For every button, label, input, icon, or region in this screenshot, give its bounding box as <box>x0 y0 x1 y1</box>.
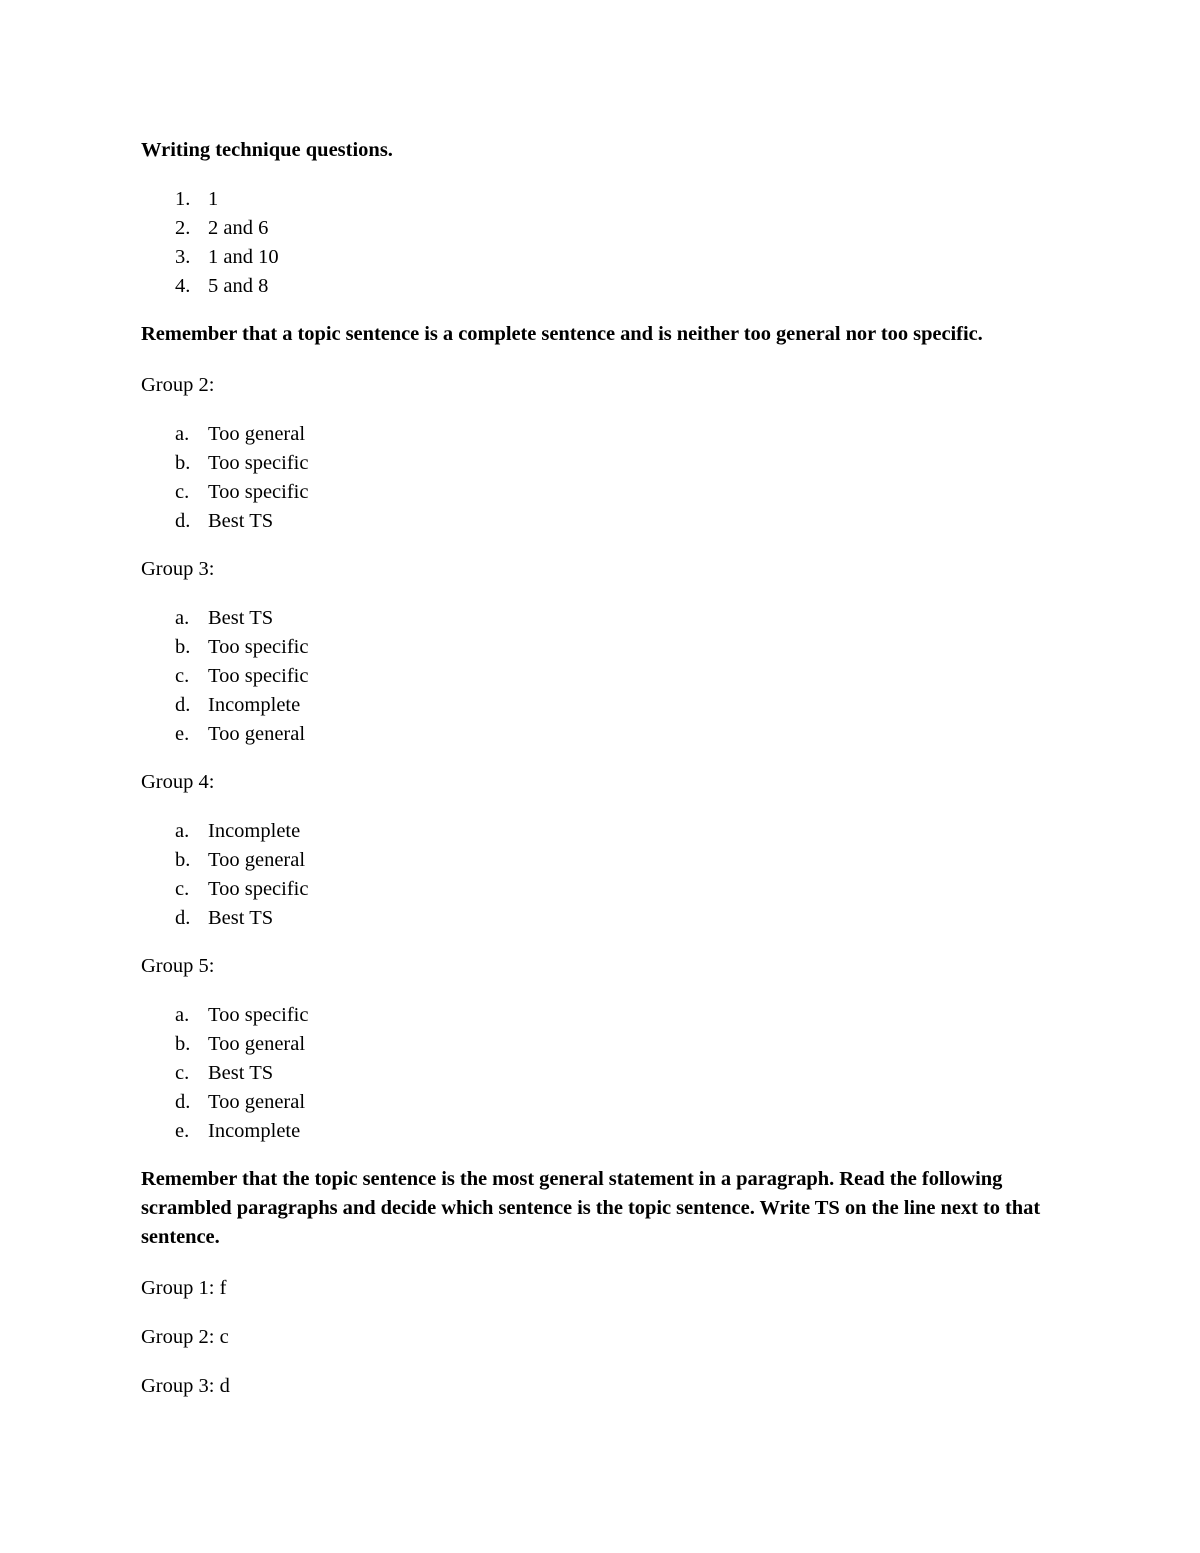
list-item: d. Too general <box>141 1088 1056 1117</box>
list-marker: 1. <box>175 188 191 210</box>
list-item-text: Incomplete <box>208 1120 301 1142</box>
list-item: 1. 1 <box>141 185 1056 214</box>
list-item-text: Too general <box>208 723 306 745</box>
list-item-text: 1 <box>208 188 219 210</box>
list-item-text: Too general <box>208 849 306 871</box>
list-marker: c. <box>175 1062 190 1084</box>
list-marker: d. <box>175 907 191 929</box>
list-marker: b. <box>175 636 191 658</box>
list-item: d. Best TS <box>141 507 1056 536</box>
list-item: c. Too specific <box>141 478 1056 507</box>
page-title: Writing technique questions. <box>141 139 393 161</box>
list-item: 3. 1 and 10 <box>141 243 1056 272</box>
reminder-topic-sentence-general: Remember that the topic sentence is the … <box>141 1168 1041 1248</box>
list-item: d. Best TS <box>141 904 1056 933</box>
list-item: a. Too general <box>141 420 1056 449</box>
group-5-label: Group 5: <box>141 955 215 977</box>
list-marker: 4. <box>175 275 191 297</box>
list-marker: e. <box>175 723 190 745</box>
list-item-text: Too general <box>208 423 306 445</box>
list-marker: a. <box>175 1004 190 1026</box>
list-item-text: Too general <box>208 1091 306 1113</box>
list-item: e. Incomplete <box>141 1117 1056 1146</box>
list-item: a. Incomplete <box>141 817 1056 846</box>
list-marker: b. <box>175 452 191 474</box>
list-marker: d. <box>175 510 191 532</box>
list-item: b. Too general <box>141 846 1056 875</box>
answer-group-2: Group 2: c <box>141 1326 229 1348</box>
list-marker: b. <box>175 1033 191 1055</box>
writing-technique-answer-list: 1. 1 2. 2 and 6 3. 1 and 10 4. 5 and 8 <box>141 185 1056 301</box>
list-item: c. Best TS <box>141 1059 1056 1088</box>
group-3-answer-list: a. Best TS b. Too specific c. Too specific … <box>141 604 1056 749</box>
list-item: a. Best TS <box>141 604 1056 633</box>
list-item-text: 1 and 10 <box>208 246 279 268</box>
list-marker: 2. <box>175 217 191 239</box>
list-item-text: 5 and 8 <box>208 275 269 297</box>
list-marker: c. <box>175 481 190 503</box>
list-item: e. Too general <box>141 720 1056 749</box>
list-marker: b. <box>175 849 191 871</box>
list-marker: d. <box>175 1091 191 1113</box>
reminder-topic-sentence-complete: Remember that a topic sentence is a comp… <box>141 323 983 345</box>
list-marker: a. <box>175 820 190 842</box>
list-item-text: Too general <box>208 1033 306 1055</box>
list-item-text: Incomplete <box>208 820 301 842</box>
list-marker: d. <box>175 694 191 716</box>
list-item-text: Too specific <box>208 1004 309 1026</box>
list-item-text: Best TS <box>208 907 274 929</box>
answer-group-3: Group 3: d <box>141 1375 230 1397</box>
list-item: c. Too specific <box>141 662 1056 691</box>
list-item-text: Too specific <box>208 452 309 474</box>
list-item-text: Too specific <box>208 481 309 503</box>
list-item: a. Too specific <box>141 1001 1056 1030</box>
list-item-text: Best TS <box>208 510 274 532</box>
list-item-text: Best TS <box>208 607 274 629</box>
list-marker: 3. <box>175 246 191 268</box>
list-item: d. Incomplete <box>141 691 1056 720</box>
list-item-text: Best TS <box>208 1062 274 1084</box>
document-body: Writing technique questions. 1. 1 2. 2 and… <box>141 136 1056 1401</box>
list-item-text: Too specific <box>208 665 309 687</box>
list-item: c. Too specific <box>141 875 1056 904</box>
group-4-label: Group 4: <box>141 771 215 793</box>
list-item-text: Incomplete <box>208 694 301 716</box>
list-item: b. Too general <box>141 1030 1056 1059</box>
group-4-answer-list: a. Incomplete b. Too general c. Too specifi… <box>141 817 1056 933</box>
answer-group-1: Group 1: f <box>141 1277 227 1299</box>
group-2-label: Group 2: <box>141 374 215 396</box>
list-item: 4. 5 and 8 <box>141 272 1056 301</box>
list-marker: c. <box>175 878 190 900</box>
group-2-answer-list: a. Too general b. Too specific c. Too speci… <box>141 420 1056 536</box>
list-item-text: Too specific <box>208 878 309 900</box>
group-3-label: Group 3: <box>141 558 215 580</box>
list-item: b. Too specific <box>141 633 1056 662</box>
list-item-text: Too specific <box>208 636 309 658</box>
document-page: Writing technique questions. 1. 1 2. 2 and… <box>0 0 1200 1553</box>
list-marker: e. <box>175 1120 190 1142</box>
list-marker: a. <box>175 607 190 629</box>
list-marker: a. <box>175 423 190 445</box>
group-5-answer-list: a. Too specific b. Too general c. Best TS d… <box>141 1001 1056 1146</box>
list-item: b. Too specific <box>141 449 1056 478</box>
list-marker: c. <box>175 665 190 687</box>
list-item: 2. 2 and 6 <box>141 214 1056 243</box>
list-item-text: 2 and 6 <box>208 217 269 239</box>
